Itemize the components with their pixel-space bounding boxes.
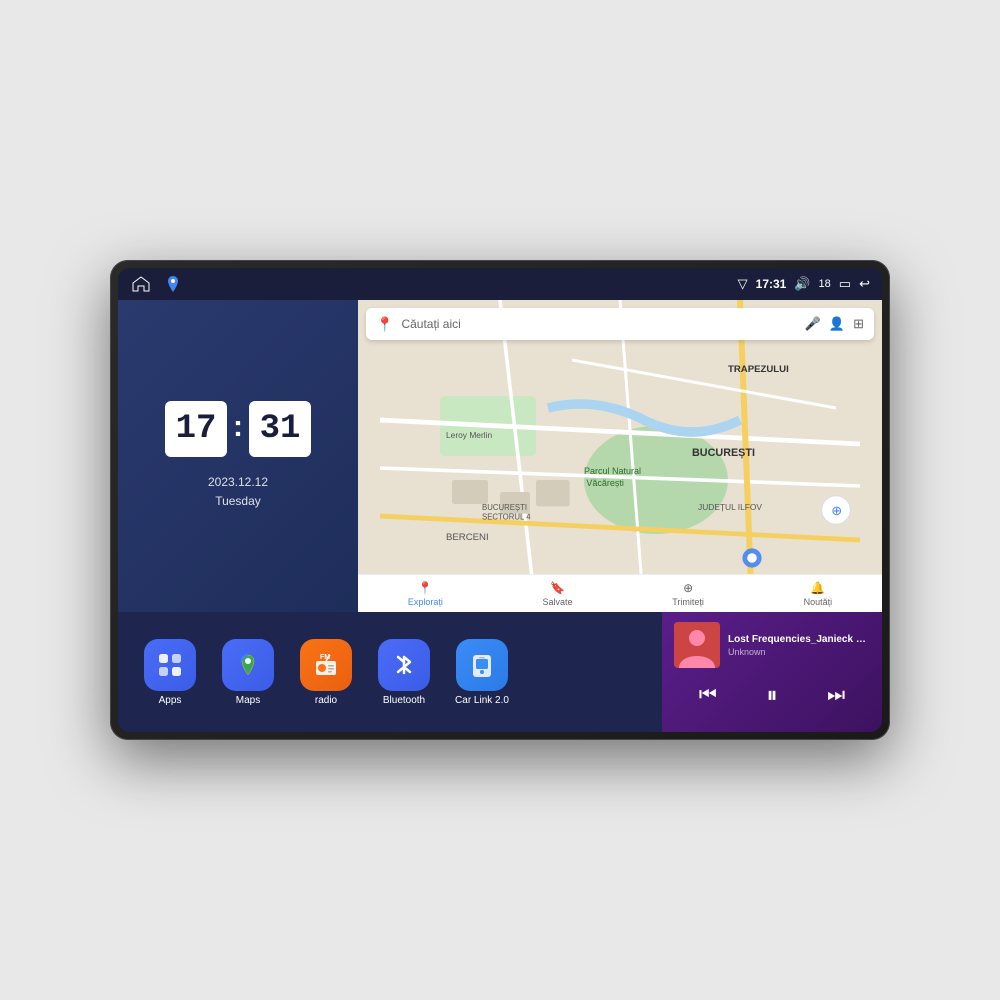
grid-icon[interactable]: ⊞ bbox=[853, 316, 864, 332]
news-label: Noutăți bbox=[804, 597, 833, 607]
map-bottom-bar: 📍 Explorați 🔖 Salvate ⊕ Trimiteți 🔔 bbox=[358, 574, 882, 612]
carlink-label: Car Link 2.0 bbox=[455, 695, 509, 706]
app-item-radio[interactable]: FM radio bbox=[290, 639, 362, 706]
maps-icon bbox=[222, 639, 274, 691]
next-button[interactable]: ⏭ bbox=[827, 684, 845, 707]
clock-minute: 31 bbox=[249, 401, 311, 457]
device-screen: ▽ 17:31 🔊 18 ▭ ↩ 17 : 31 2023 bbox=[118, 268, 882, 732]
svg-text:BUCUREȘTI: BUCUREȘTI bbox=[482, 503, 527, 512]
battery-icon: ▭ bbox=[839, 276, 851, 292]
apps-icon bbox=[144, 639, 196, 691]
bluetooth-label: Bluetooth bbox=[383, 695, 425, 706]
clock-date: 2023.12.12 Tuesday bbox=[208, 473, 268, 511]
clock-hour: 17 bbox=[165, 401, 227, 457]
map-panel[interactable]: TRAPEZULUI BUCUREȘTI JUDEȚUL ILFOV BERCE… bbox=[358, 300, 882, 612]
map-search-bar[interactable]: 📍 Căutați aici 🎤 👤 ⊞ bbox=[366, 308, 874, 340]
map-nav-saved[interactable]: 🔖 Salvate bbox=[543, 581, 573, 607]
apps-label: Apps bbox=[159, 695, 182, 706]
maps-nav-icon[interactable] bbox=[162, 273, 184, 295]
radio-label: radio bbox=[315, 695, 337, 706]
map-pin-icon: 📍 bbox=[376, 316, 393, 333]
battery-value: 18 bbox=[819, 278, 831, 290]
svg-text:Parcul Natural: Parcul Natural bbox=[584, 466, 641, 476]
apps-row: Apps Maps bbox=[118, 612, 662, 732]
svg-text:Văcărești: Văcărești bbox=[586, 478, 624, 488]
status-bar: ▽ 17:31 🔊 18 ▭ ↩ bbox=[118, 268, 882, 300]
svg-text:BUCUREȘTI: BUCUREȘTI bbox=[692, 447, 755, 459]
radio-icon: FM bbox=[300, 639, 352, 691]
signal-icon: ▽ bbox=[738, 276, 748, 292]
home-icon[interactable] bbox=[130, 273, 152, 295]
maps-label: Maps bbox=[236, 695, 260, 706]
volume-icon: 🔊 bbox=[794, 276, 810, 292]
map-nav-send[interactable]: ⊕ Trimiteți bbox=[672, 581, 704, 607]
map-nav-explore[interactable]: 📍 Explorați bbox=[408, 581, 443, 607]
app-item-bluetooth[interactable]: Bluetooth bbox=[368, 639, 440, 706]
account-icon[interactable]: 👤 bbox=[829, 316, 845, 332]
music-title: Lost Frequencies_Janieck Devy-... bbox=[728, 634, 870, 645]
music-panel: Lost Frequencies_Janieck Devy-... Unknow… bbox=[662, 612, 882, 732]
prev-button[interactable]: ⏮ bbox=[699, 684, 717, 707]
svg-text:⊕: ⊕ bbox=[831, 503, 842, 518]
saved-icon: 🔖 bbox=[550, 581, 565, 595]
svg-text:TRAPEZULUI: TRAPEZULUI bbox=[728, 364, 789, 375]
svg-text:BERCENI: BERCENI bbox=[446, 532, 489, 543]
play-pause-button[interactable]: ⏸ bbox=[766, 682, 777, 708]
svg-text:JUDEȚUL ILFOV: JUDEȚUL ILFOV bbox=[698, 502, 762, 512]
music-controls: ⏮ ⏸ ⏭ bbox=[674, 682, 870, 708]
music-artist: Unknown bbox=[728, 647, 870, 657]
map-search-text: Căutați aici bbox=[401, 317, 796, 331]
time-display: 17:31 bbox=[756, 277, 787, 291]
send-label: Trimiteți bbox=[672, 597, 704, 607]
svg-text:SECTORUL 4: SECTORUL 4 bbox=[482, 513, 531, 522]
top-panels: 17 : 31 2023.12.12 Tuesday bbox=[118, 300, 882, 612]
main-area: 17 : 31 2023.12.12 Tuesday bbox=[118, 300, 882, 732]
clock-panel: 17 : 31 2023.12.12 Tuesday bbox=[118, 300, 358, 612]
status-bar-left bbox=[130, 273, 184, 295]
send-icon: ⊕ bbox=[683, 581, 693, 595]
mic-icon[interactable]: 🎤 bbox=[805, 316, 821, 332]
saved-label: Salvate bbox=[543, 597, 573, 607]
back-icon[interactable]: ↩ bbox=[859, 276, 870, 292]
bottom-section: Apps Maps bbox=[118, 612, 882, 732]
device-frame: ▽ 17:31 🔊 18 ▭ ↩ 17 : 31 2023 bbox=[110, 260, 890, 740]
map-nav-news[interactable]: 🔔 Noutăți bbox=[804, 581, 833, 607]
music-info: Lost Frequencies_Janieck Devy-... Unknow… bbox=[728, 634, 870, 657]
news-icon: 🔔 bbox=[810, 581, 825, 595]
map-search-icons: 🎤 👤 ⊞ bbox=[805, 316, 864, 332]
app-item-apps[interactable]: Apps bbox=[134, 639, 206, 706]
carlink-icon bbox=[456, 639, 508, 691]
app-item-maps[interactable]: Maps bbox=[212, 639, 284, 706]
music-info-row: Lost Frequencies_Janieck Devy-... Unknow… bbox=[674, 622, 870, 668]
explore-label: Explorați bbox=[408, 597, 443, 607]
music-thumbnail bbox=[674, 622, 720, 668]
clock-display: 17 : 31 bbox=[165, 401, 311, 457]
explore-icon: 📍 bbox=[418, 581, 433, 595]
bluetooth-icon bbox=[378, 639, 430, 691]
svg-text:Leroy Merlin: Leroy Merlin bbox=[446, 430, 492, 440]
app-item-carlink[interactable]: Car Link 2.0 bbox=[446, 639, 518, 706]
status-bar-right: ▽ 17:31 🔊 18 ▭ ↩ bbox=[738, 276, 870, 292]
clock-colon: : bbox=[233, 410, 243, 444]
